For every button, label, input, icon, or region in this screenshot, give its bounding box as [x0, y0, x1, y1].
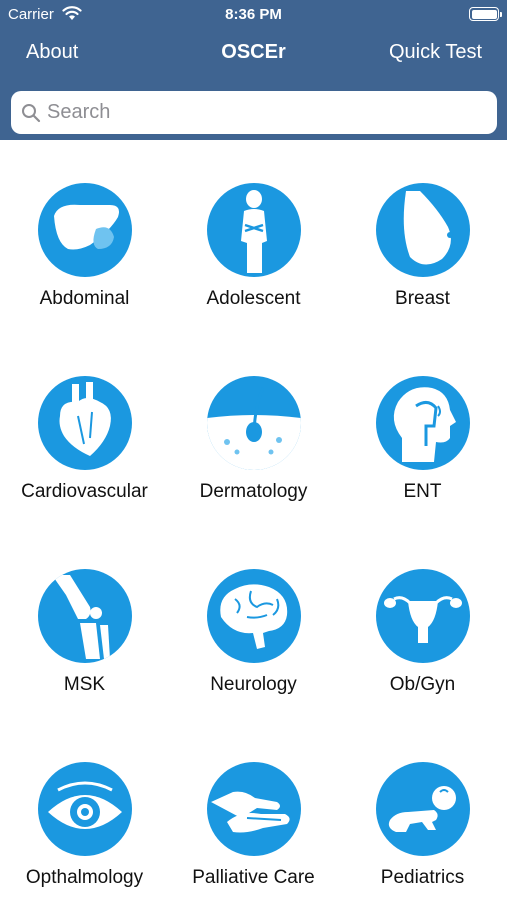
topic-ent[interactable]: ENT [338, 333, 507, 523]
head-profile-icon [376, 376, 470, 470]
topic-label: Pediatrics [380, 867, 465, 888]
topic-ob-gyn[interactable]: Ob/Gyn [338, 526, 507, 716]
heart-icon [38, 376, 132, 470]
eye-icon [38, 762, 132, 856]
liver-icon [38, 183, 132, 277]
topic-label: Abdominal [39, 288, 130, 309]
clock: 8:36 PM [225, 6, 282, 23]
search-input[interactable] [47, 91, 487, 134]
uterus-icon [376, 569, 470, 663]
header-bar: Carrier 8:36 PM About OSCEr Quick Test [0, 0, 507, 140]
brain-icon [207, 569, 301, 663]
topic-neurology[interactable]: Neurology [169, 526, 338, 716]
topic-dermatology[interactable]: Dermatology [169, 333, 338, 523]
navigation-bar: About OSCEr Quick Test [0, 28, 507, 80]
adolescent-icon [207, 183, 301, 277]
topic-abdominal[interactable]: Abdominal [0, 140, 169, 330]
skin-hair-icon [207, 376, 301, 470]
search-bar[interactable] [11, 91, 497, 134]
status-bar: Carrier 8:36 PM [0, 0, 507, 28]
topic-msk[interactable]: MSK [0, 526, 169, 716]
holding-hands-icon [207, 762, 301, 856]
knee-joint-icon [38, 569, 132, 663]
quick-test-button[interactable]: Quick Test [389, 41, 482, 64]
breast-icon [376, 183, 470, 277]
topic-label: Adolescent [206, 288, 301, 309]
topic-label: MSK [63, 674, 106, 695]
topic-label: Palliative Care [192, 867, 315, 888]
topic-pediatrics[interactable]: Pediatrics [338, 719, 507, 909]
topic-opthalmology[interactable]: Opthalmology [0, 719, 169, 909]
topic-label: Opthalmology [25, 867, 144, 888]
topic-label: ENT [403, 481, 442, 502]
topic-label: Neurology [210, 674, 297, 695]
about-button[interactable]: About [26, 41, 78, 64]
battery-icon [469, 7, 502, 21]
baby-icon [376, 762, 470, 856]
topic-breast[interactable]: Breast [338, 140, 507, 330]
topic-adolescent[interactable]: Adolescent [169, 140, 338, 330]
topic-cardiovascular[interactable]: Cardiovascular [0, 333, 169, 523]
search-icon [22, 104, 41, 123]
topic-label: Breast [395, 288, 450, 309]
topic-grid: Abdominal Adolescent Breast Cardiovascul… [0, 140, 507, 900]
topic-label: Ob/Gyn [389, 674, 456, 695]
topic-label: Cardiovascular [21, 481, 148, 502]
topic-palliative-care[interactable]: Palliative Care [169, 719, 338, 909]
topic-label: Dermatology [199, 481, 308, 502]
